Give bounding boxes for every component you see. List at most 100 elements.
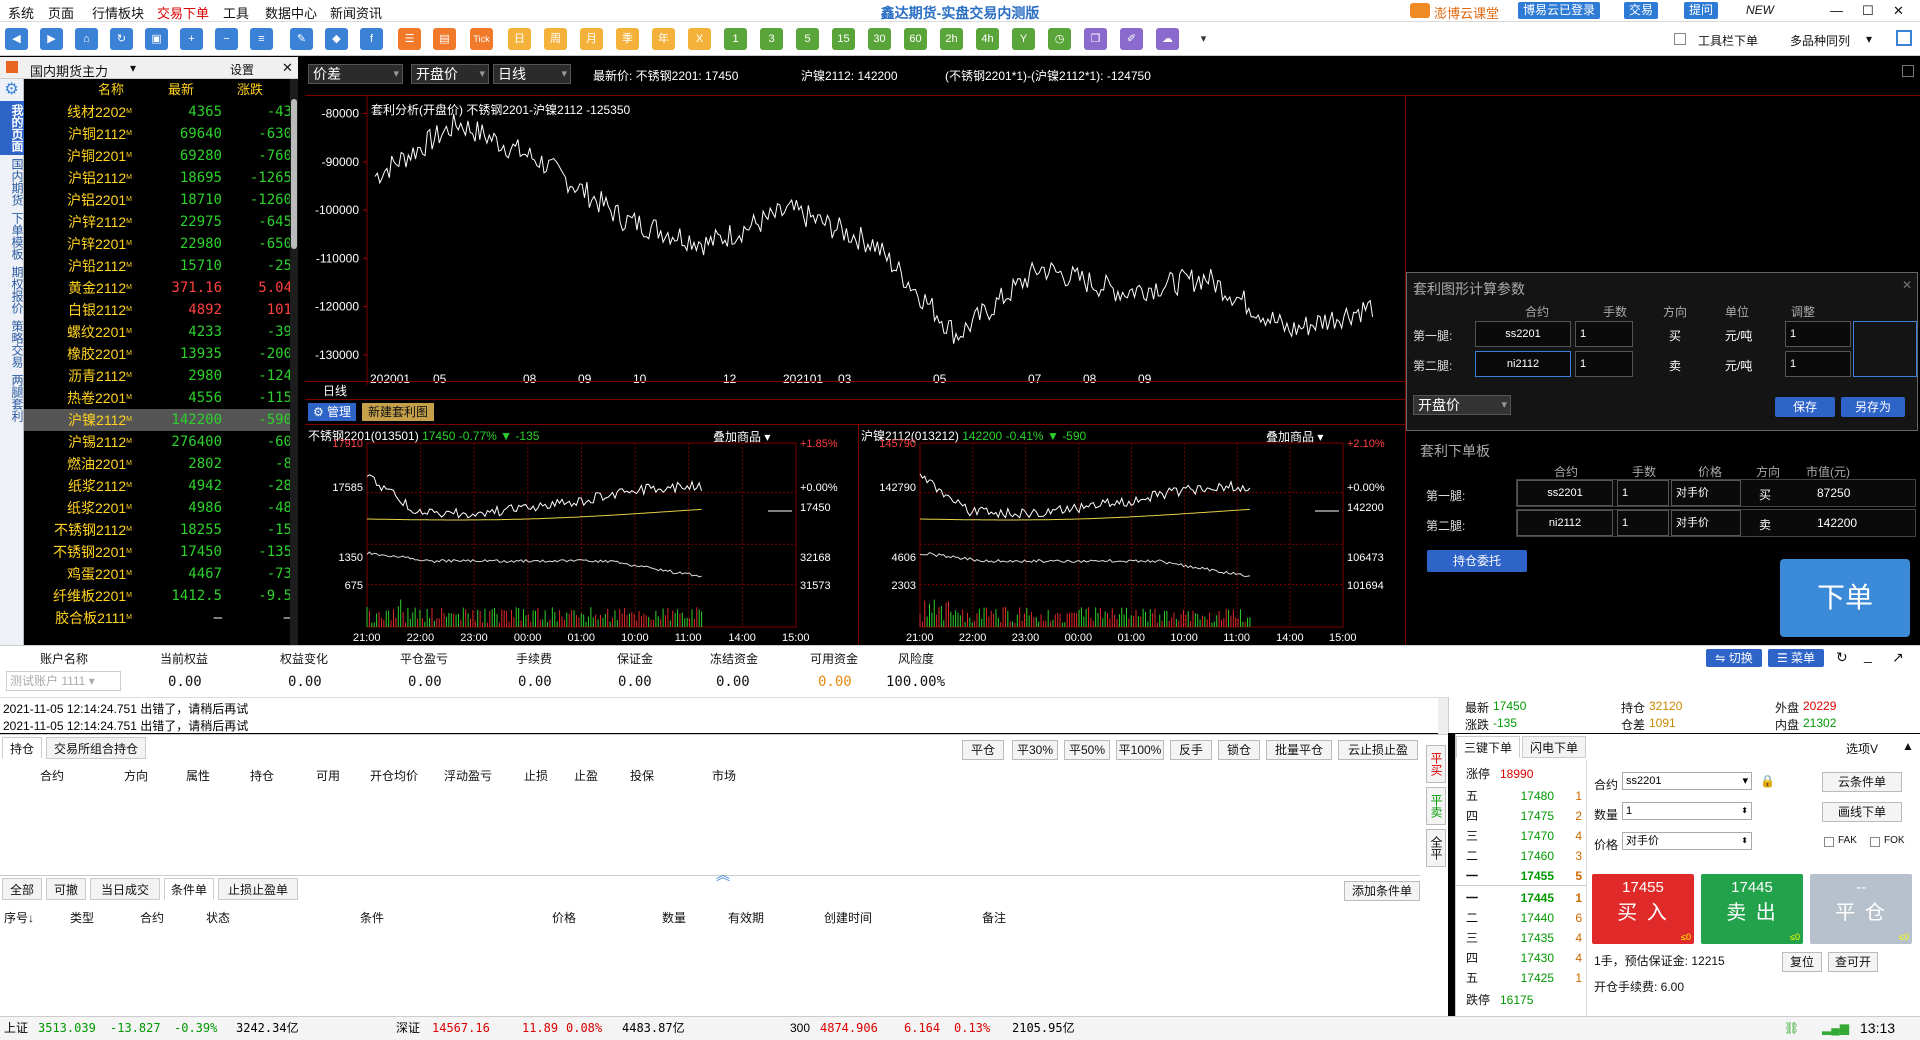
lock-icon[interactable]: 🔒 [1760,774,1775,788]
tab-positions[interactable]: 持仓 [2,737,42,759]
watchlist-row[interactable]: 鸡蛋2201M 4467 -73 [24,563,292,585]
zoom-out-icon[interactable]: − [215,28,238,50]
chart-icon[interactable]: ▤ [433,28,456,50]
bid-row[interactable]: 五 17425 1 [1456,968,1586,988]
period-30m[interactable]: 30 [868,28,891,50]
ask-row[interactable]: 三 17470 4 [1456,826,1586,846]
watchlist-title[interactable]: 国内期货主力 [30,61,108,80]
login-badge[interactable]: 博易云已登录 [1518,2,1601,19]
vtab-domestic[interactable]: 国内期货 [0,155,24,209]
tab-all-orders[interactable]: 全部 [2,878,42,900]
leg1-dir[interactable]: 买 [1669,327,1681,344]
bid-row[interactable]: 三 17435 4 [1456,928,1586,948]
ob-leg1-contract[interactable]: ss2201 [1517,480,1613,506]
options-dropdown[interactable]: 选项V [1846,740,1878,757]
ob-leg2-contract[interactable]: ni2112 [1517,510,1613,536]
collapse-icon[interactable] [6,61,18,73]
window-icon[interactable]: ❐ [1084,28,1107,50]
lock-button[interactable]: 锁仓 [1218,740,1260,760]
draw-line-order-button[interactable]: 画线下单 [1822,802,1902,822]
watchlist-row[interactable]: 不锈钢2112M 18255 -15 [24,519,292,541]
watchlist-row[interactable]: 沪铜2112M 69640 -630 [24,123,292,145]
trade-chip[interactable]: 交易 [1624,2,1659,19]
watchlist-row[interactable]: 沪锌2201M 22980 -650 [24,233,292,255]
watchlist-row[interactable]: 纤维板2201M 1412.5 -9.5 [24,585,292,607]
qty-input[interactable]: 1 ⬍ [1622,802,1752,820]
add-conditional-button[interactable]: 添加条件单 [1344,881,1420,901]
watchlist-row[interactable]: 热卷2201M 4556 -115 [24,387,292,409]
zoom-in-icon[interactable]: + [180,28,203,50]
watchlist-row[interactable]: 沥青2112M 2980 -124 [24,365,292,387]
watchlist-row[interactable]: 纸浆2112M 4942 -28 [24,475,292,497]
log-scrollbar[interactable] [1438,698,1448,734]
close-icon[interactable]: ✕ [282,60,293,76]
ob-leg1-dir[interactable]: 买 [1759,486,1771,503]
watchlist-row[interactable]: 纸浆2201M 4986 -48 [24,497,292,519]
bid-row[interactable]: 一 17445 1 [1456,888,1586,908]
more-dropdown-icon[interactable]: ▾ [1192,28,1215,50]
account-select[interactable]: 测试账户 1111 ▾ [6,671,121,691]
close-position-button[interactable]: 平仓 [962,740,1004,760]
watchlist-row[interactable]: 燃油2201M 2802 -8 [24,453,292,475]
tab-three-key[interactable]: 三键下单 [1456,736,1520,758]
ask-row[interactable]: 二 17460 3 [1456,846,1586,866]
tab-cancelable[interactable]: 可撤 [46,878,86,900]
period-60m[interactable]: 60 [904,28,927,50]
close-window-icon[interactable]: ✕ [1893,3,1904,19]
params-save-button[interactable]: 保存 [1775,397,1835,417]
price-type-select[interactable]: 开盘价 [411,64,489,84]
period-month[interactable]: 月 [580,28,603,50]
switch-button[interactable]: ⇋ 切换 [1706,649,1762,667]
fak-checkbox[interactable] [1824,837,1834,847]
help-chip[interactable]: 提问 [1684,2,1719,19]
fok-checkbox[interactable] [1870,837,1880,847]
period-select[interactable]: 日线 [493,64,571,84]
menu-system[interactable]: 系统 [8,3,34,22]
cloud-condition-button[interactable]: 云条件单 [1822,772,1902,792]
tab-stop-orders[interactable]: 止损止盈单 [218,878,298,900]
new-spread-chart-button[interactable]: 新建套利图 [362,403,434,421]
leg2-contract-input[interactable]: ni2112 [1475,351,1571,377]
hold-order-button[interactable]: 持仓委托 [1427,550,1527,572]
watchlist-row[interactable]: 沪铝2112M 18695 -1265 [24,167,292,189]
period-3m[interactable]: 3 [760,28,783,50]
pencil-icon[interactable]: ✎ [290,28,313,50]
cloud-stop-button[interactable]: 云止损止盈 [1338,740,1418,760]
sell-button[interactable]: 17445 卖 出 ≤0 [1701,874,1803,944]
vtab-strategy[interactable]: 策略交易 [0,317,24,371]
minimize-icon[interactable]: — [1830,3,1843,18]
bid-row[interactable]: 四 17430 4 [1456,948,1586,968]
ob-leg1-price[interactable]: 对手价 [1671,480,1741,506]
price-input[interactable]: 对手价 ⬍ [1622,832,1752,850]
vtab-arbitrage[interactable]: 两腿套利 [0,371,24,425]
toolbar-order-checkbox[interactable] [1674,33,1686,45]
menu-tools[interactable]: 工具 [223,3,249,22]
menu-data[interactable]: 数据中心 [265,3,317,22]
watchlist-row[interactable]: 沪铜2201M 69280 -760 [24,145,292,167]
buy-button[interactable]: 17455 买 入 ≤0 [1592,874,1694,944]
leg2-qty-input[interactable]: 1 [1575,351,1633,377]
menu-page[interactable]: 页面 [48,3,74,22]
home-icon[interactable]: ⌂ [75,28,98,50]
close-50-button[interactable]: 平50% [1064,740,1110,760]
collapse-chevron-icon[interactable]: ︽ [716,865,730,885]
watchlist-row[interactable]: 螺纹2201M 4233 -39 [24,321,292,343]
panel-toggle-icon[interactable] [1902,65,1914,77]
formula-icon[interactable]: f [360,28,383,50]
ask-row[interactable]: 五 17480 1 [1456,786,1586,806]
reset-button[interactable]: 复位 [1782,952,1822,972]
watchlist-row[interactable]: 胶合板2111M – – [24,607,292,629]
check-openable-button[interactable]: 查可开 [1828,952,1878,972]
watchlist-row[interactable]: 黄金2112M 371.16 5.04 [24,277,292,299]
expand-icon[interactable]: ↗ [1892,649,1904,666]
period-1m[interactable]: 1 [724,28,747,50]
tag-icon[interactable]: ◆ [325,28,348,50]
leg1-contract-input[interactable]: ss2201 [1475,321,1571,347]
period-5m[interactable]: 5 [796,28,819,50]
multi-column-select[interactable]: 多品种同列 [1790,32,1850,49]
tab-combo-positions[interactable]: 交易所组合持仓 [46,737,146,759]
menu-button[interactable]: ☰ 菜单 [1768,649,1824,667]
manage-button[interactable]: ⚙ 管理 [308,403,356,421]
cloud-icon[interactable]: ☁ [1156,28,1179,50]
gear-icon[interactable]: ⚙ [0,79,23,101]
